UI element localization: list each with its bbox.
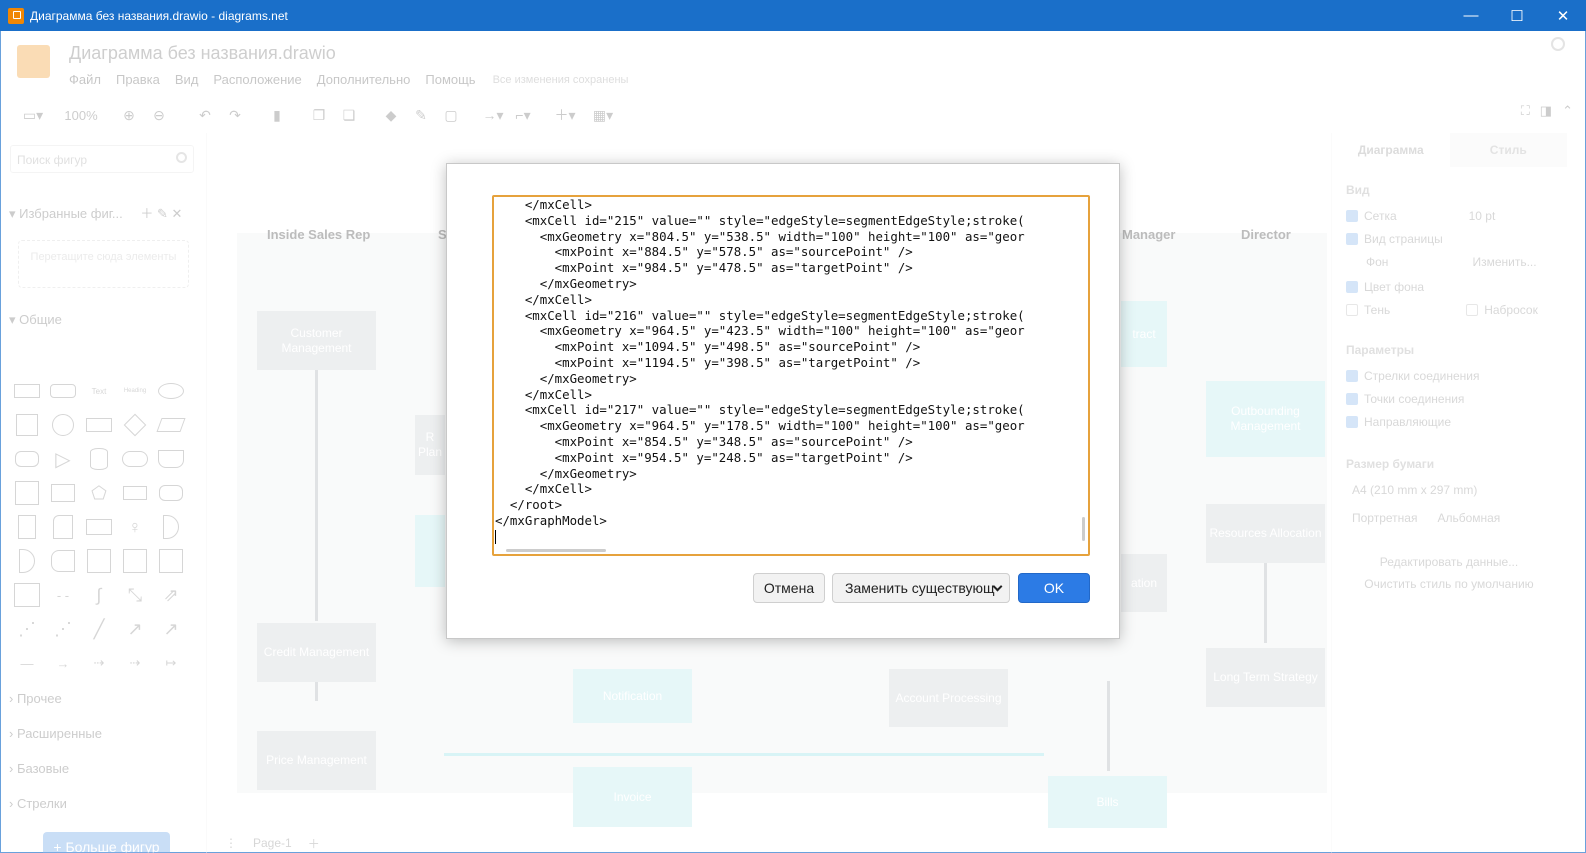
horizontal-scrollbar[interactable]	[506, 549, 606, 552]
xml-line: <mxPoint x="984.5" y="478.5" as="targetP…	[495, 260, 913, 276]
xml-line: </mxGeometry>	[495, 370, 637, 386]
xml-line: <mxPoint x="1194.5" y="398.5" as="target…	[495, 354, 921, 370]
xml-line: <mxGeometry x="804.5" y="538.5" width="1…	[495, 228, 1025, 244]
xml-line: </mxCell>	[495, 481, 592, 497]
replace-mode-value: Заменить существующ	[845, 580, 995, 596]
window-titlebar: Диаграмма без названия.drawio - diagrams…	[0, 0, 1586, 31]
xml-line: <mxPoint x="954.5" y="248.5" as="targetP…	[495, 449, 913, 465]
xml-line: <mxPoint x="884.5" y="578.5" as="sourceP…	[495, 244, 913, 260]
drawio-app-icon	[8, 7, 24, 24]
xml-line: <mxCell id="217" value="" style="edgeSty…	[495, 402, 1025, 418]
xml-line: <mxGeometry x="964.5" y="178.5" width="1…	[495, 418, 1025, 434]
xml-line: </mxCell>	[495, 291, 592, 307]
xml-line: <mxPoint x="854.5" y="348.5" as="sourceP…	[495, 433, 913, 449]
xml-line: </mxGraphModel>	[495, 512, 607, 528]
xml-line: </mxCell>	[495, 386, 592, 402]
maximize-button[interactable]: ☐	[1494, 0, 1540, 31]
close-button[interactable]: ✕	[1540, 0, 1586, 31]
xml-line: <mxGeometry x="964.5" y="423.5" width="1…	[495, 323, 1025, 339]
xml-line: </mxGeometry>	[495, 465, 637, 481]
xml-line: </root>	[495, 497, 563, 513]
xml-line: <mxCell id="216" value="" style="edgeSty…	[495, 307, 1025, 323]
minimize-button[interactable]: —	[1448, 0, 1494, 31]
vertical-scrollbar[interactable]	[1082, 517, 1085, 541]
xml-editor-textarea[interactable]: </mxCell> <mxCell id="215" value="" styl…	[492, 195, 1090, 556]
xml-line: </mxGeometry>	[495, 275, 637, 291]
xml-line: </mxCell>	[495, 197, 592, 212]
ok-button[interactable]: OK	[1018, 573, 1090, 603]
text-caret	[495, 529, 496, 544]
edit-diagram-dialog: </mxCell> <mxCell id="215" value="" styl…	[446, 163, 1120, 639]
xml-line: <mxPoint x="1094.5" y="498.5" as="source…	[495, 339, 921, 355]
cancel-button[interactable]: Отмена	[753, 573, 825, 603]
window-title: Диаграмма без названия.drawio - diagrams…	[30, 8, 288, 23]
xml-line: <mxCell id="215" value="" style="edgeSty…	[495, 212, 1025, 228]
xml-code[interactable]: </mxCell> <mxCell id="215" value="" styl…	[494, 197, 1080, 549]
replace-mode-select[interactable]: Заменить существующ	[832, 573, 1010, 603]
